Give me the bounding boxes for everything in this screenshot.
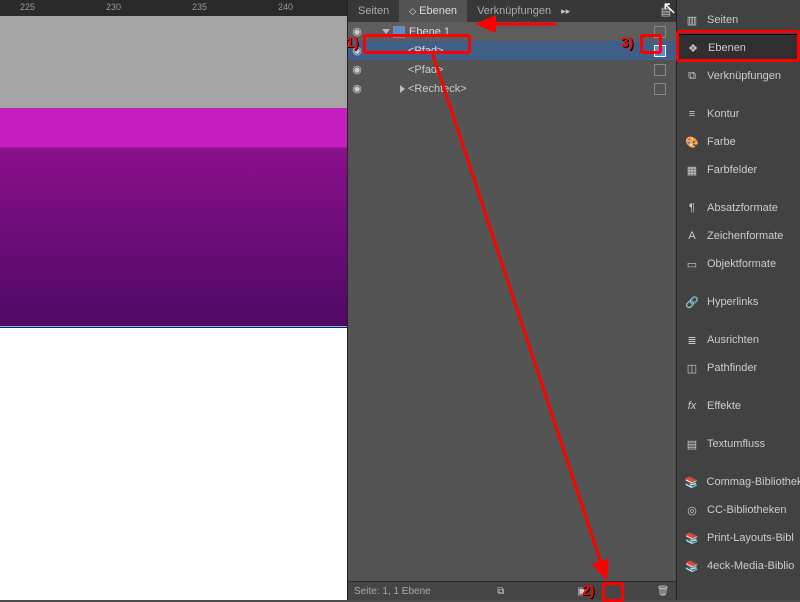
swatches-icon: ▦	[683, 162, 701, 178]
cc-icon: ◎	[683, 502, 701, 518]
collapse-panel-icon[interactable]: ▸▸	[561, 6, 577, 17]
dock-objektformate[interactable]: ▭Objektformate	[677, 250, 800, 278]
dock-ebenen[interactable]: ❖Ebenen	[677, 34, 800, 62]
mouse-cursor-icon: ↖	[662, 0, 677, 19]
annotation-num-1: 1)	[346, 34, 358, 50]
dock-zeichenformate[interactable]: AZeichenformate	[677, 222, 800, 250]
library-icon: 📚	[683, 558, 701, 574]
page-white-area[interactable]	[0, 328, 347, 600]
dock-textumfluss[interactable]: ▤Textumfluss	[677, 430, 800, 458]
selection-indicator-filled[interactable]	[654, 45, 666, 57]
pages-icon: ▥	[683, 12, 701, 28]
visibility-toggle-icon[interactable]: ◉	[348, 63, 366, 76]
dock-pathfinder[interactable]: ◫Pathfinder	[677, 354, 800, 382]
paragraph-styles-icon: ¶	[683, 200, 701, 216]
document-canvas[interactable]: 225 230 235 240	[0, 0, 347, 600]
disclosure-triangle-icon[interactable]	[382, 29, 390, 34]
annotation-num-3: 3)	[621, 34, 633, 50]
color-icon: 🎨	[683, 134, 701, 150]
item-label: <Rechteck>	[408, 83, 467, 95]
hyperlinks-icon: 🔗	[683, 294, 701, 310]
dock-farbe[interactable]: 🎨Farbe	[677, 128, 800, 156]
object-styles-icon: ▭	[683, 256, 701, 272]
library-icon: 📚	[683, 474, 701, 490]
dock-hyperlinks[interactable]: 🔗Hyperlinks	[677, 288, 800, 316]
new-sublayer-icon[interactable]: ⧉	[490, 586, 512, 597]
dock-print[interactable]: 📚Print-Layouts-Bibl	[677, 524, 800, 552]
panel-status-bar: Seite: 1, 1 Ebene ⧉ ▣ 🗑	[348, 581, 678, 600]
horizontal-guide[interactable]	[0, 326, 347, 327]
disclosure-triangle-icon[interactable]	[400, 85, 405, 93]
textwrap-icon: ▤	[683, 436, 701, 452]
selection-indicator[interactable]	[654, 83, 666, 95]
selection-indicator[interactable]	[654, 26, 666, 38]
layer-swatch	[393, 26, 405, 38]
library-icon: 📚	[683, 530, 701, 546]
delete-layer-icon[interactable]: 🗑	[652, 586, 674, 597]
status-text: Seite: 1, 1 Ebene	[354, 586, 431, 597]
layer-item-pfad[interactable]: ◉ <Pfad>	[348, 60, 678, 79]
tab-seiten[interactable]: Seiten	[348, 0, 399, 22]
annotation-num-2: 2)	[582, 582, 594, 598]
dock-farbfelder[interactable]: ▦Farbfelder	[677, 156, 800, 184]
right-dock: ▥Seiten ❖Ebenen ⧉Verknüpfungen ≡Kontur 🎨…	[676, 0, 800, 600]
tab-verknuepfungen[interactable]: Verknüpfungen	[467, 0, 561, 22]
dock-verknuepfungen[interactable]: ⧉Verknüpfungen	[677, 62, 800, 90]
page-gradient-rect[interactable]	[0, 108, 347, 328]
align-icon: ≣	[683, 332, 701, 348]
visibility-toggle-icon[interactable]: ◉	[348, 82, 366, 95]
dock-absatzformate[interactable]: ¶Absatzformate	[677, 194, 800, 222]
char-styles-icon: A	[683, 228, 701, 244]
dock-ausrichten[interactable]: ≣Ausrichten	[677, 326, 800, 354]
effects-icon: fx	[683, 398, 701, 414]
links-icon: ⧉	[683, 68, 701, 84]
layers-icon: ❖	[684, 40, 702, 56]
pathfinder-icon: ◫	[683, 360, 701, 376]
item-label: <Pfad>	[408, 45, 443, 57]
dock-commag[interactable]: 📚Commag-Bibliothek	[677, 468, 800, 496]
stroke-icon: ≡	[683, 106, 701, 122]
item-label: <Pfad>	[408, 64, 443, 76]
dock-seiten[interactable]: ▥Seiten	[677, 6, 800, 34]
selection-indicator[interactable]	[654, 64, 666, 76]
dock-cc[interactable]: ◎CC-Bibliotheken	[677, 496, 800, 524]
layer-item-rechteck[interactable]: ◉ <Rechteck>	[348, 79, 678, 98]
dock-4eck[interactable]: 📚4eck-Media-Biblio	[677, 552, 800, 580]
panel-tabs: Seiten ◇Ebenen Verknüpfungen ▸▸ ▤	[348, 0, 678, 22]
layer-label: Ebene 1	[409, 26, 450, 38]
dock-kontur[interactable]: ≡Kontur	[677, 100, 800, 128]
horizontal-ruler: 225 230 235 240	[0, 0, 347, 16]
dock-effekte[interactable]: fxEffekte	[677, 392, 800, 420]
tab-ebenen[interactable]: ◇Ebenen	[399, 0, 467, 22]
layers-panel: Seiten ◇Ebenen Verknüpfungen ▸▸ ▤ ◉ Eben…	[347, 0, 678, 600]
